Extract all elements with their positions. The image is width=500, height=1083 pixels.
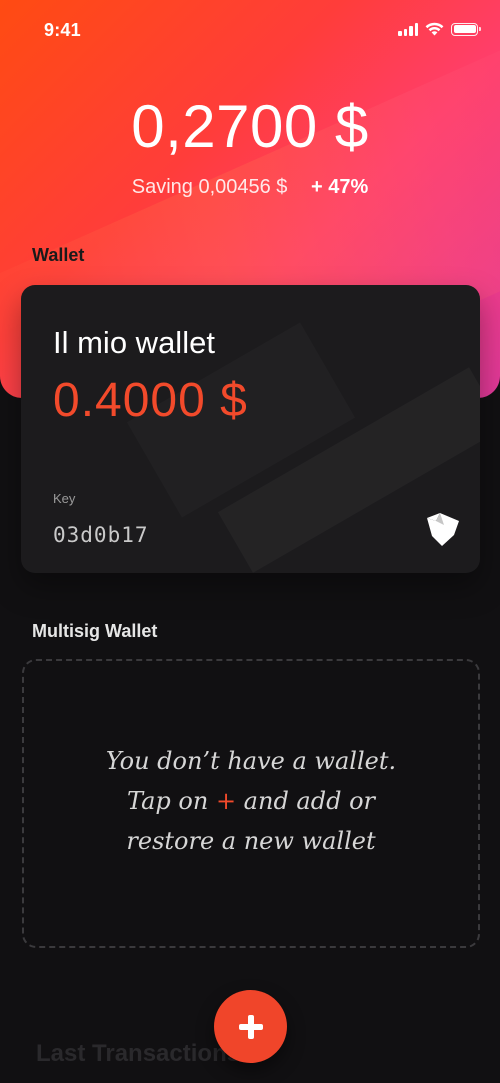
empty-line-2-pre: Tap on: [126, 787, 216, 815]
saving-row: Saving 0,00456 $ + 47%: [0, 176, 500, 199]
wallet-amount: 0.4000 $: [53, 374, 248, 427]
wallet-name: Il mio wallet: [53, 325, 215, 360]
wallet-section-title: Wallet: [32, 245, 85, 265]
inline-plus-icon: +: [215, 787, 237, 815]
transactions-section-title: Last Transactions: [36, 1040, 241, 1067]
change-percentage: + 47%: [310, 176, 369, 198]
empty-line-1: You don’t have a wallet.: [105, 747, 397, 775]
multisig-empty-state: You don’t have a wallet. Tap on + and ad…: [22, 659, 480, 948]
cellular-signal-icon: [398, 22, 418, 36]
wallet-card[interactable]: Il mio wallet 0.4000 $ Key 03d0b17: [21, 285, 480, 573]
empty-line-2-post: and add or: [236, 787, 376, 815]
key-value: 03d0b17: [53, 523, 149, 547]
empty-state-message: You don’t have a wallet. Tap on + and ad…: [24, 741, 478, 861]
empty-line-2: Tap on + and add or: [24, 781, 478, 821]
status-bar: 9:41: [0, 0, 500, 60]
wifi-icon: [425, 22, 444, 36]
empty-line-3: restore a new wallet: [126, 827, 376, 855]
key-label: Key: [53, 491, 76, 506]
battery-icon: [451, 22, 481, 36]
status-time: 9:41: [44, 20, 81, 40]
add-wallet-button[interactable]: [214, 990, 287, 1063]
total-balance: 0,2700 $: [131, 93, 369, 160]
multisig-section-title: Multisig Wallet: [32, 621, 158, 641]
fox-shield-icon: [427, 513, 459, 546]
status-icons: [398, 22, 481, 36]
plus-icon: [238, 1014, 263, 1039]
saving-amount: Saving 0,00456 $: [131, 176, 288, 198]
